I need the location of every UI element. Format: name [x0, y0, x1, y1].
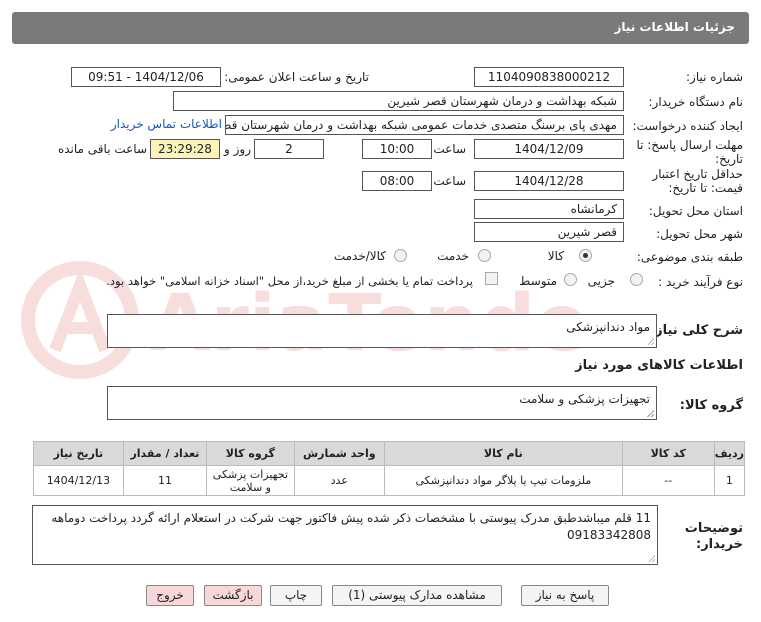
remaining-time-label: ساعت باقی مانده: [57, 142, 147, 156]
general-description-text: مواد دندانپزشکی: [566, 320, 650, 334]
print-button[interactable]: چاپ: [270, 585, 322, 606]
category-option-goods-service: کالا/خدمت: [333, 249, 386, 263]
col-header-goods-group: گروه کالا: [206, 441, 295, 466]
category-option-goods: کالا: [547, 249, 564, 263]
process-option-medium: متوسط: [519, 274, 557, 288]
buyer-notes-field: 11 قلم میباشدطبق مدرک پیوستی با مشخصات ذ…: [32, 505, 658, 565]
cell-quantity: 11: [122, 465, 208, 496]
deadline-days-label: روز و: [224, 142, 251, 156]
category-label: طبقه بندی موضوعی:: [636, 250, 743, 264]
delivery-province-field: کرمانشاه: [474, 199, 624, 219]
category-radio-service[interactable]: [478, 249, 491, 262]
col-header-need-date: تاریخ نیاز: [33, 441, 124, 466]
process-radio-minor[interactable]: [630, 273, 643, 286]
requester-label: ایجاد کننده درخواست:: [632, 119, 743, 133]
purchase-process-label: نوع فرآیند خرید :: [658, 275, 743, 289]
col-header-unit: واحد شمارش: [293, 441, 385, 466]
col-header-quantity: تعداد / مقدار: [122, 441, 208, 466]
price-validity-label-line2: قیمت: تا تاریخ:: [668, 181, 743, 195]
buyer-notes-label-line2: خریدار:: [696, 537, 743, 552]
deadline-label-line1: مهلت ارسال پاسخ: تا: [636, 138, 743, 152]
delivery-city-label: شهر محل تحویل:: [656, 227, 743, 241]
requester-field: مهدی پای برسنگ متصدی خدمات عمومی شبکه به…: [225, 115, 624, 135]
cell-goods-group: تجهیزات پزشکی و سلامت: [206, 465, 295, 496]
buyer-notes-text: 11 قلم میباشدطبق مدرک پیوستی با مشخصات ذ…: [51, 511, 651, 542]
cell-row-number: 1: [713, 465, 746, 496]
announce-datetime-label: تاریخ و ساعت اعلان عمومی:: [224, 70, 369, 84]
need-number-field: 1104090838000212: [474, 67, 624, 87]
general-description-label: شرح کلی نیاز:: [649, 323, 743, 338]
price-validity-date-field: 1404/12/28: [474, 171, 624, 191]
process-option-minor: جزیی: [587, 274, 615, 288]
remaining-time-field: 23:29:28: [150, 139, 220, 159]
goods-group-label: گروه کالا:: [679, 398, 743, 413]
category-radio-goods[interactable]: [579, 249, 592, 262]
exit-button[interactable]: خروج: [146, 585, 194, 606]
goods-group-field: تجهیزات پزشکی و سلامت: [107, 386, 657, 420]
price-validity-label-line1: حداقل تاریخ اعتبار: [652, 167, 743, 181]
cell-item-code: --: [621, 465, 715, 496]
col-header-item-code: کد کالا: [621, 441, 715, 466]
buyer-contact-link[interactable]: اطلاعات تماس خریدار: [111, 117, 222, 131]
items-table: ردیف کد کالا نام کالا واحد شمارش گروه کا…: [33, 441, 746, 496]
buyer-org-field: شبکه بهداشت و درمان شهرستان قصر شیرین: [173, 91, 624, 111]
deadline-days-field: 2: [254, 139, 324, 159]
resize-grip-icon[interactable]: [648, 555, 655, 562]
treasury-bonds-note: پرداخت تمام یا بخشی از مبلغ خرید،از محل …: [106, 274, 473, 288]
view-attachments-button[interactable]: مشاهده مدارک پیوستی (1): [332, 585, 502, 606]
page-header: جزئیات اطلاعات نیاز: [12, 12, 749, 44]
price-validity-time-field: 08:00: [362, 171, 432, 191]
general-description-field: مواد دندانپزشکی: [107, 314, 657, 348]
delivery-province-label: استان محل تحویل:: [648, 204, 743, 218]
page-title: جزئیات اطلاعات نیاز: [614, 20, 735, 34]
cell-need-date: 1404/12/13: [33, 465, 124, 496]
col-header-item-name: نام کالا: [383, 441, 623, 466]
col-header-row-number: ردیف: [713, 441, 746, 466]
resize-grip-icon[interactable]: [647, 338, 654, 345]
cell-item-name: ملزومات تیپ یا پلاگر مواد دندانپزشکی: [383, 465, 623, 496]
resize-grip-icon[interactable]: [647, 410, 654, 417]
back-button[interactable]: بازگشت: [204, 585, 262, 606]
process-radio-medium[interactable]: [564, 273, 577, 286]
announce-datetime-field: 1404/12/06 - 09:51: [71, 67, 221, 87]
cell-unit: عدد: [293, 465, 385, 496]
reply-button[interactable]: پاسخ به نیاز: [521, 585, 609, 606]
buyer-org-label: نام دستگاه خریدار:: [648, 95, 744, 109]
buyer-notes-label-line1: توضیحات: [684, 521, 743, 536]
deadline-time-field: 10:00: [362, 139, 432, 159]
deadline-date-field: 1404/12/09: [474, 139, 624, 159]
goods-group-text: تجهیزات پزشکی و سلامت: [519, 392, 650, 406]
treasury-bonds-checkbox[interactable]: [485, 272, 498, 285]
price-validity-time-label: ساعت: [433, 174, 466, 188]
items-table-header-row: ردیف کد کالا نام کالا واحد شمارش گروه کا…: [33, 441, 746, 466]
category-radio-goods-service[interactable]: [394, 249, 407, 262]
category-option-service: خدمت: [437, 249, 469, 263]
table-row: 1 -- ملزومات تیپ یا پلاگر مواد دندانپزشک…: [33, 465, 746, 496]
deadline-label-line2: تاریخ:: [715, 152, 743, 166]
delivery-city-field: قصر شیرین: [474, 222, 624, 242]
goods-info-heading: اطلاعات کالاهای مورد نیاز: [575, 358, 743, 373]
need-number-label: شماره نیاز:: [686, 70, 743, 84]
deadline-time-label: ساعت: [433, 142, 466, 156]
